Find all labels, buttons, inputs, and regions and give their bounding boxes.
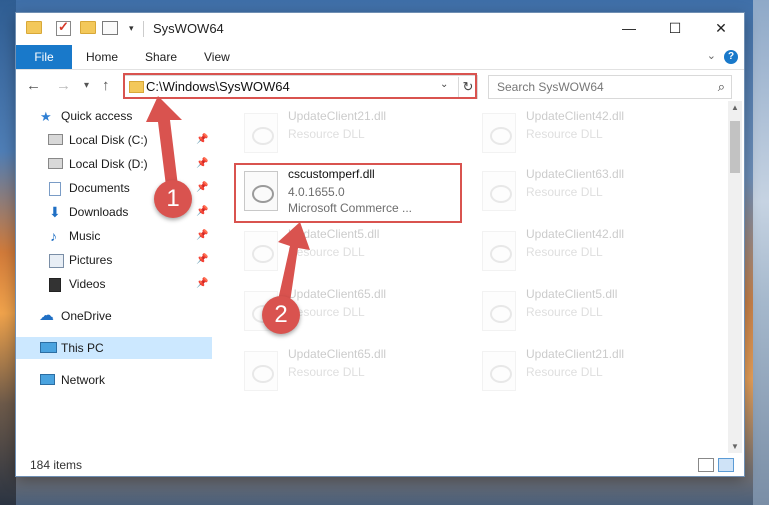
arrow-1 xyxy=(146,96,182,186)
callout-badge-1: 1 xyxy=(154,180,192,218)
arrow-2 xyxy=(278,222,310,302)
callout-arrows xyxy=(146,96,310,302)
callout-badge-2: 2 xyxy=(262,296,300,334)
